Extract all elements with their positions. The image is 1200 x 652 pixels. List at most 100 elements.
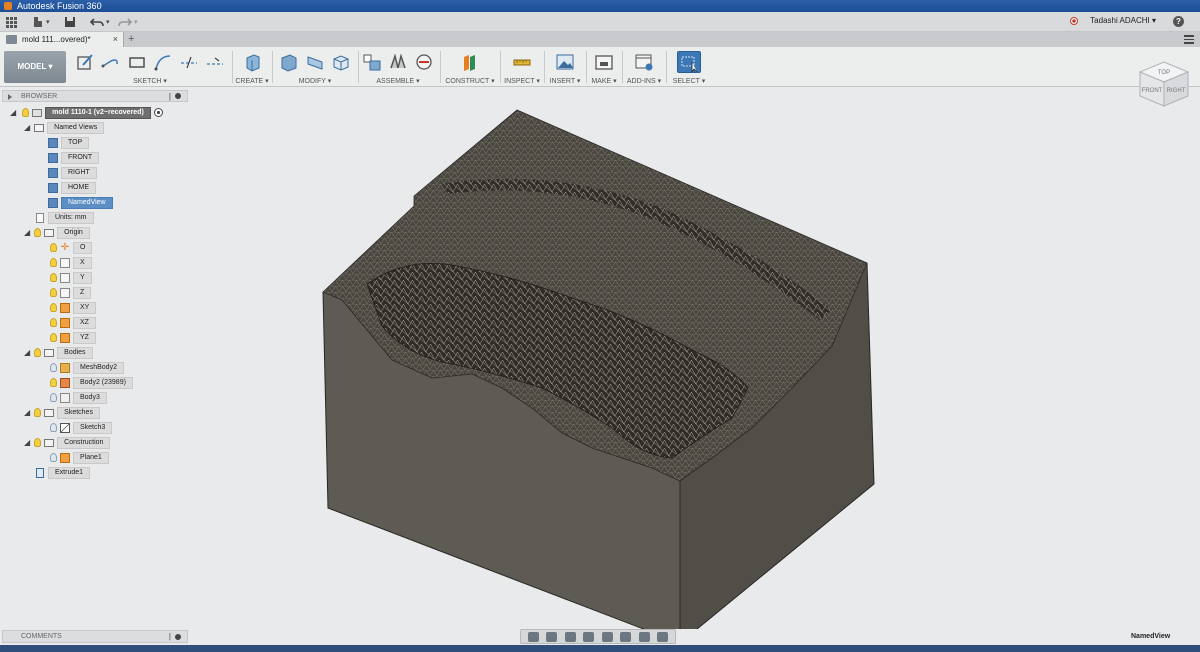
view-cube[interactable]: TOP FRONT RIGHT — [1134, 58, 1192, 110]
visibility-bulb-icon[interactable] — [50, 258, 57, 267]
visibility-bulb-icon[interactable] — [50, 303, 57, 312]
origin-item[interactable]: YZ — [50, 331, 96, 344]
named-view-item[interactable]: FRONT — [48, 151, 100, 164]
motion-link-icon[interactable] — [414, 52, 434, 72]
visibility-bulb-icon[interactable] — [50, 378, 57, 387]
options-icon[interactable] — [175, 93, 181, 99]
save-button[interactable] — [64, 15, 76, 29]
scripts-icon[interactable] — [634, 52, 654, 72]
rectangle-tool-icon[interactable] — [127, 52, 147, 72]
inspect-menu[interactable]: INSPECT ▾ — [502, 77, 542, 85]
new-tab-button[interactable]: + — [128, 32, 134, 47]
pan-icon[interactable] — [564, 631, 576, 642]
document-tab[interactable]: mold 111...overed)* × — [0, 32, 124, 47]
file-menu-button[interactable]: ▾ — [32, 15, 50, 29]
3d-print-icon[interactable] — [594, 52, 614, 72]
body-item[interactable]: Body3 — [50, 391, 107, 404]
sketch-item[interactable]: Sketch3 — [50, 421, 113, 434]
offset-tool-icon[interactable] — [205, 52, 225, 72]
visibility-bulb-icon[interactable] — [34, 228, 42, 237]
origin-item[interactable]: XZ — [50, 316, 96, 329]
fillet-icon[interactable] — [305, 52, 325, 72]
pin-icon[interactable]: | — [169, 633, 171, 641]
line-tool-icon[interactable] — [101, 52, 121, 72]
construct-menu[interactable]: CONSTRUCT ▾ — [442, 77, 498, 85]
visibility-bulb-icon[interactable] — [34, 438, 42, 447]
visibility-bulb-icon[interactable] — [34, 408, 42, 417]
model-viewport[interactable] — [192, 88, 1200, 629]
tree-sketches[interactable]: ◢ Sketches — [24, 406, 100, 419]
options-icon[interactable] — [175, 634, 181, 640]
insert-image-icon[interactable] — [555, 52, 575, 72]
tree-bodies[interactable]: ◢ Bodies — [24, 346, 93, 359]
origin-item[interactable]: ✛ O — [50, 241, 93, 254]
extrude-icon[interactable] — [242, 52, 262, 72]
orbit-icon[interactable] — [527, 631, 539, 642]
menu-icon[interactable] — [1184, 35, 1194, 46]
browser-header[interactable]: BROWSER | — [2, 90, 188, 102]
make-menu[interactable]: MAKE ▾ — [588, 77, 620, 85]
spline-tool-icon[interactable] — [153, 52, 173, 72]
activate-icon[interactable] — [153, 108, 163, 117]
origin-item[interactable]: Y — [50, 271, 92, 284]
help-icon[interactable]: ? — [1173, 16, 1184, 27]
origin-item[interactable]: Z — [50, 286, 92, 299]
construction-item[interactable]: Plane1 — [50, 451, 109, 464]
data-panel-button[interactable] — [6, 15, 17, 29]
view-cube-right[interactable]: RIGHT — [1167, 88, 1186, 94]
tree-origin[interactable]: ◢ Origin — [24, 226, 90, 239]
named-view-item[interactable]: HOME — [48, 181, 96, 194]
origin-item[interactable]: XY — [50, 301, 97, 314]
tree-construction[interactable]: ◢ Construction — [24, 436, 111, 449]
visibility-bulb-icon[interactable] — [50, 393, 57, 402]
named-view-item[interactable]: TOP — [48, 136, 90, 149]
body-item[interactable]: MeshBody2 — [50, 361, 124, 374]
visibility-bulb-icon[interactable] — [50, 333, 57, 342]
modify-menu[interactable]: MODIFY ▾ — [274, 77, 356, 85]
record-icon[interactable] — [1070, 17, 1078, 25]
new-component-icon[interactable] — [362, 52, 382, 72]
shell-icon[interactable] — [331, 52, 351, 72]
joint-icon[interactable] — [388, 52, 408, 72]
visibility-bulb-icon[interactable] — [50, 318, 57, 327]
close-tab-icon[interactable]: × — [113, 32, 118, 47]
visibility-bulb-icon[interactable] — [22, 108, 30, 117]
fit-icon[interactable] — [601, 631, 613, 642]
create-menu[interactable]: CREATE ▾ — [234, 77, 270, 85]
sketch-menu[interactable]: SKETCH ▾ — [70, 77, 230, 85]
assemble-menu[interactable]: ASSEMBLE ▾ — [360, 77, 436, 85]
visibility-bulb-icon[interactable] — [34, 348, 42, 357]
visibility-bulb-icon[interactable] — [50, 453, 57, 462]
visibility-bulb-icon[interactable] — [50, 288, 57, 297]
grid-settings-icon[interactable] — [638, 631, 650, 642]
tree-root[interactable]: ◢ mold 1110-1 (v2~recovered) — [10, 106, 163, 119]
visibility-bulb-icon[interactable] — [50, 273, 57, 282]
insert-menu[interactable]: INSERT ▾ — [546, 77, 584, 85]
zoom-icon[interactable] — [583, 631, 595, 642]
visibility-bulb-icon[interactable] — [50, 423, 57, 432]
comments-panel[interactable]: COMMENTS | — [2, 630, 188, 643]
view-cube-front[interactable]: FRONT — [1142, 88, 1163, 94]
view-cube-top[interactable]: TOP — [1158, 70, 1170, 76]
named-view-item-selected[interactable]: NamedView — [48, 196, 113, 209]
visibility-bulb-icon[interactable] — [50, 363, 57, 372]
create-sketch-icon[interactable] — [75, 52, 95, 72]
press-pull-icon[interactable] — [279, 52, 299, 72]
add-ins-menu[interactable]: ADD-INS ▾ — [624, 77, 664, 85]
redo-button[interactable]: ▾ — [118, 15, 138, 29]
undo-button[interactable]: ▾ — [90, 15, 110, 29]
look-at-icon[interactable] — [546, 631, 558, 642]
select-menu[interactable]: SELECT ▾ — [670, 77, 708, 85]
offset-plane-icon[interactable] — [460, 52, 480, 72]
tree-units[interactable]: Units: mm — [36, 211, 94, 224]
named-view-item[interactable]: RIGHT — [48, 166, 97, 179]
tree-named-views[interactable]: ◢ Named Views — [24, 121, 105, 134]
pin-icon[interactable]: | — [169, 93, 171, 101]
body-item[interactable]: Body2 (23989) — [50, 376, 133, 389]
select-icon[interactable] — [677, 51, 701, 73]
user-account-menu[interactable]: Tadashi ADACHI ▾ — [1090, 16, 1156, 25]
trim-tool-icon[interactable] — [179, 52, 199, 72]
origin-item[interactable]: X — [50, 256, 92, 269]
workspace-switcher[interactable]: MODEL ▾ — [4, 51, 66, 83]
measure-icon[interactable] — [512, 52, 532, 72]
